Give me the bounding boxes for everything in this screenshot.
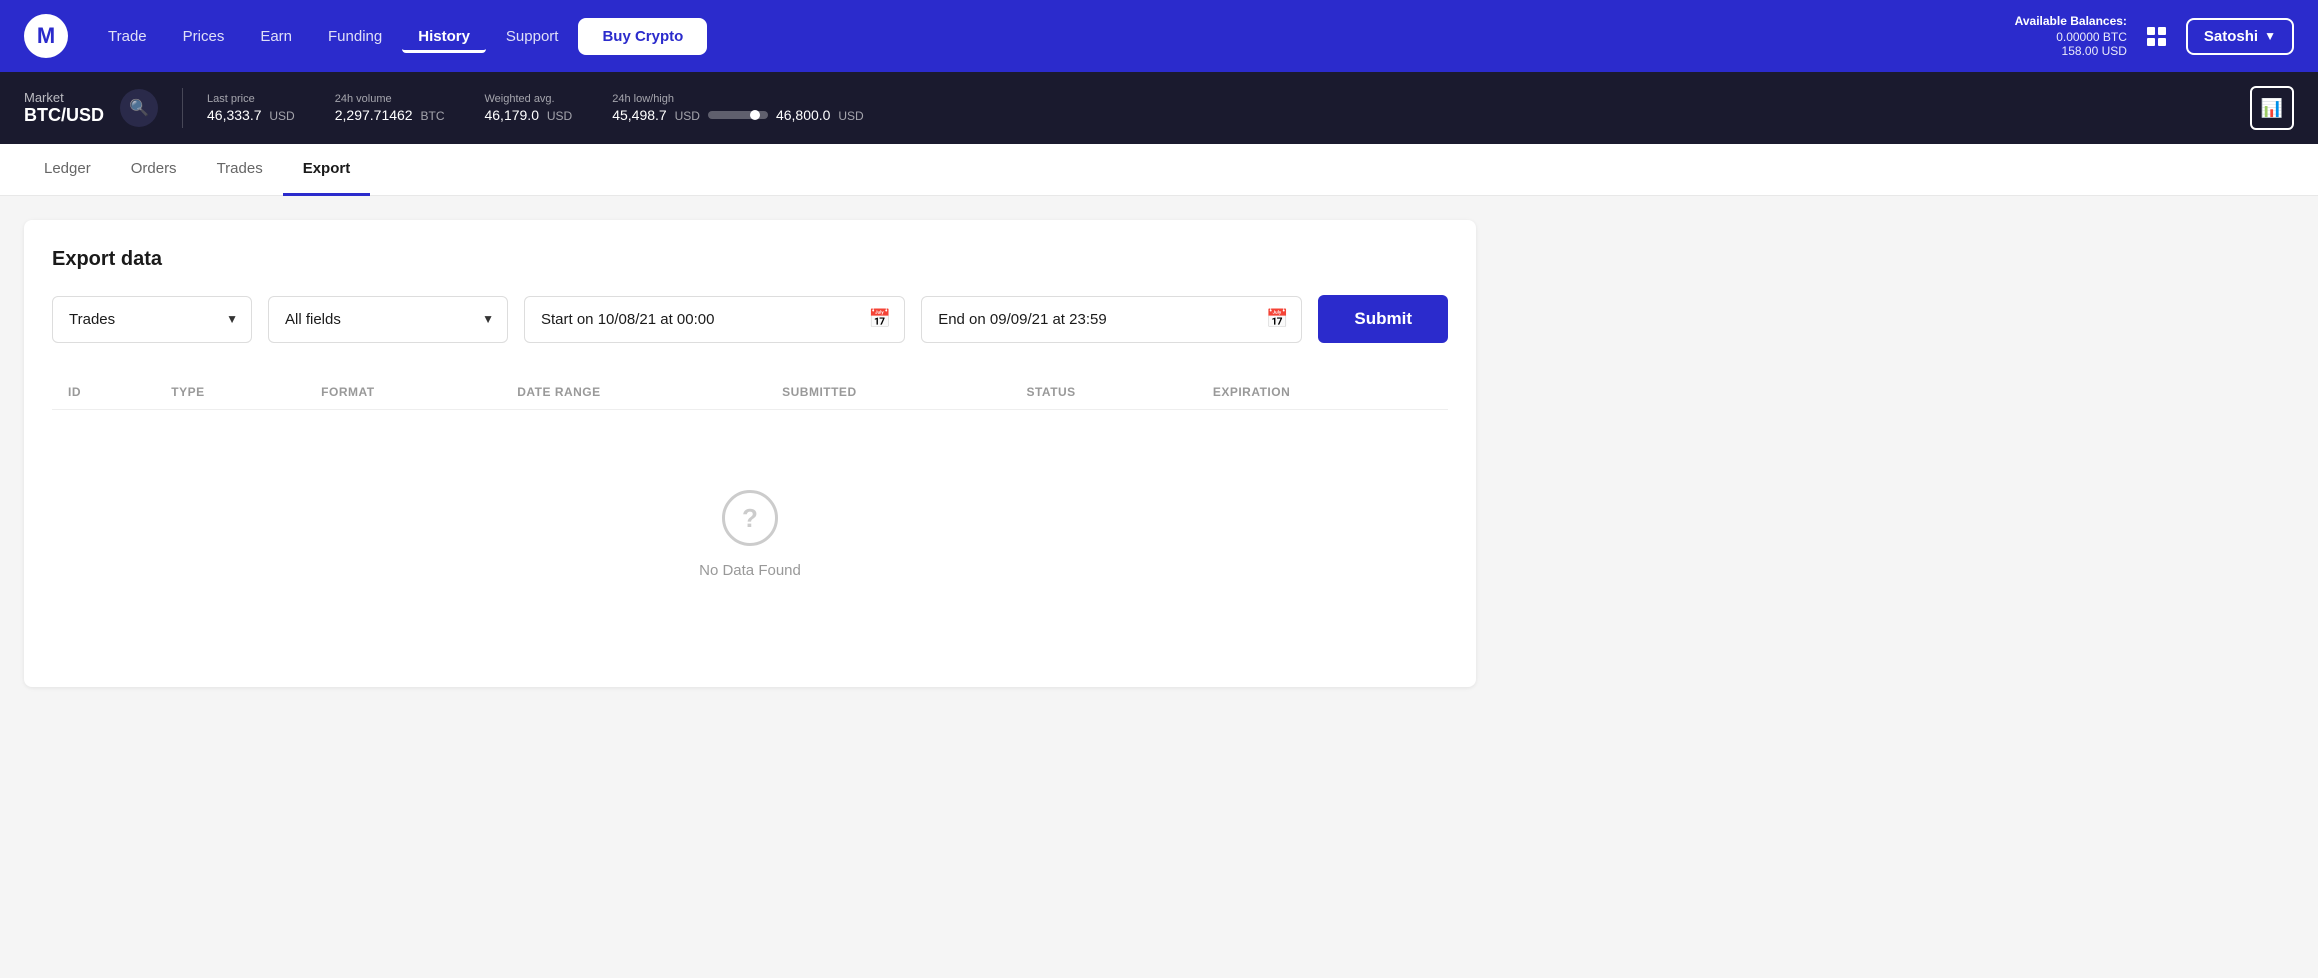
col-date-range: DATE RANGE — [501, 375, 766, 410]
history-tabs: Ledger Orders Trades Export — [0, 144, 2318, 196]
logo-mark: M — [37, 23, 55, 49]
tab-orders[interactable]: Orders — [111, 144, 197, 196]
type-select-wrapper: Trades Orders Ledger ▼ — [52, 296, 252, 343]
available-balances: Available Balances: 0.00000 BTC 158.00 U… — [2015, 14, 2127, 58]
logo[interactable]: M — [24, 14, 68, 58]
volume-stat: 24h volume 2,297.71462 BTC — [335, 93, 445, 123]
type-select[interactable]: Trades Orders Ledger — [52, 296, 252, 343]
export-card: Export data Trades Orders Ledger ▼ All f… — [24, 220, 1476, 687]
top-navigation: M Trade Prices Earn Funding History Supp… — [0, 0, 2318, 72]
nav-trade[interactable]: Trade — [92, 20, 163, 53]
col-type: TYPE — [155, 375, 305, 410]
last-price-label: Last price — [207, 93, 295, 105]
start-date-input[interactable] — [524, 296, 905, 343]
col-format: FORMAT — [305, 375, 501, 410]
tab-export[interactable]: Export — [283, 144, 371, 196]
nav-right: Available Balances: 0.00000 BTC 158.00 U… — [2015, 14, 2294, 58]
username: Satoshi — [2204, 28, 2258, 45]
nav-funding[interactable]: Funding — [312, 20, 398, 53]
last-price-value: 46,333.7 USD — [207, 107, 295, 123]
volume-label: 24h volume — [335, 93, 445, 105]
submit-button[interactable]: Submit — [1318, 295, 1448, 343]
range-indicator — [750, 110, 760, 120]
low-unit: USD — [675, 109, 700, 123]
last-price-stat: Last price 46,333.7 USD — [207, 93, 295, 123]
table-header: ID TYPE FORMAT DATE RANGE SUBMITTED STAT… — [52, 375, 1448, 410]
btc-balance: 0.00000 BTC — [2015, 30, 2127, 44]
buy-crypto-button[interactable]: Buy Crypto — [578, 18, 707, 55]
market-divider — [182, 88, 183, 128]
nav-history[interactable]: History — [402, 20, 486, 53]
low-high-stat: 24h low/high 45,498.7 USD 46,800.0 USD — [612, 93, 863, 123]
chart-toggle-button[interactable]: 📊 — [2250, 86, 2294, 130]
tab-ledger[interactable]: Ledger — [24, 144, 111, 196]
no-data-state: ? No Data Found — [52, 410, 1448, 659]
volume-value: 2,297.71462 BTC — [335, 107, 445, 123]
weighted-avg-stat: Weighted avg. 46,179.0 USD — [484, 93, 572, 123]
col-id: ID — [52, 375, 155, 410]
volume-unit: BTC — [420, 109, 444, 123]
usd-balance: 158.00 USD — [2015, 44, 2127, 58]
col-status: STATUS — [1010, 375, 1196, 410]
high-value: 46,800.0 USD — [776, 107, 864, 123]
balances-title: Available Balances: — [2015, 14, 2127, 28]
weighted-avg-label: Weighted avg. — [484, 93, 572, 105]
end-date-input-wrapper: 📅 — [921, 296, 1302, 343]
start-date-input-wrapper: 📅 — [524, 296, 905, 343]
col-expiration: EXPIRATION — [1197, 375, 1448, 410]
export-form: Trades Orders Ledger ▼ All fields Select… — [52, 295, 1448, 343]
weighted-avg-unit: USD — [547, 109, 572, 123]
market-bar: Market BTC/USD 🔍 Last price 46,333.7 USD… — [0, 72, 2318, 144]
main-content: Export data Trades Orders Ledger ▼ All f… — [0, 196, 1500, 711]
export-table: ID TYPE FORMAT DATE RANGE SUBMITTED STAT… — [52, 375, 1448, 410]
user-menu-button[interactable]: Satoshi ▼ — [2186, 18, 2294, 55]
no-data-icon: ? — [722, 490, 778, 546]
high-unit: USD — [838, 109, 863, 123]
end-date-input[interactable] — [921, 296, 1302, 343]
col-submitted: SUBMITTED — [766, 375, 1010, 410]
low-high-values: 45,498.7 USD 46,800.0 USD — [612, 107, 863, 123]
export-title: Export data — [52, 248, 1448, 271]
market-search-button[interactable]: 🔍 — [120, 89, 158, 127]
fields-select-wrapper: All fields Selected fields ▼ — [268, 296, 508, 343]
low-high-label: 24h low/high — [612, 93, 863, 105]
weighted-avg-value: 46,179.0 USD — [484, 107, 572, 123]
nav-support[interactable]: Support — [490, 20, 575, 53]
market-label-group: Market BTC/USD — [24, 90, 104, 126]
no-data-text: No Data Found — [699, 562, 801, 579]
low-value: 45,498.7 USD — [612, 107, 700, 123]
last-price-unit: USD — [269, 109, 294, 123]
market-pair: BTC/USD — [24, 105, 104, 126]
nav-prices[interactable]: Prices — [167, 20, 241, 53]
chevron-down-icon: ▼ — [2264, 29, 2276, 43]
grid-icon[interactable] — [2147, 27, 2166, 46]
fields-select[interactable]: All fields Selected fields — [268, 296, 508, 343]
market-label: Market — [24, 90, 104, 105]
nav-earn[interactable]: Earn — [244, 20, 308, 53]
chart-icon: 📊 — [2261, 98, 2283, 119]
price-range-bar — [708, 111, 768, 119]
tab-trades[interactable]: Trades — [197, 144, 283, 196]
nav-links: Trade Prices Earn Funding History Suppor… — [92, 18, 2007, 55]
